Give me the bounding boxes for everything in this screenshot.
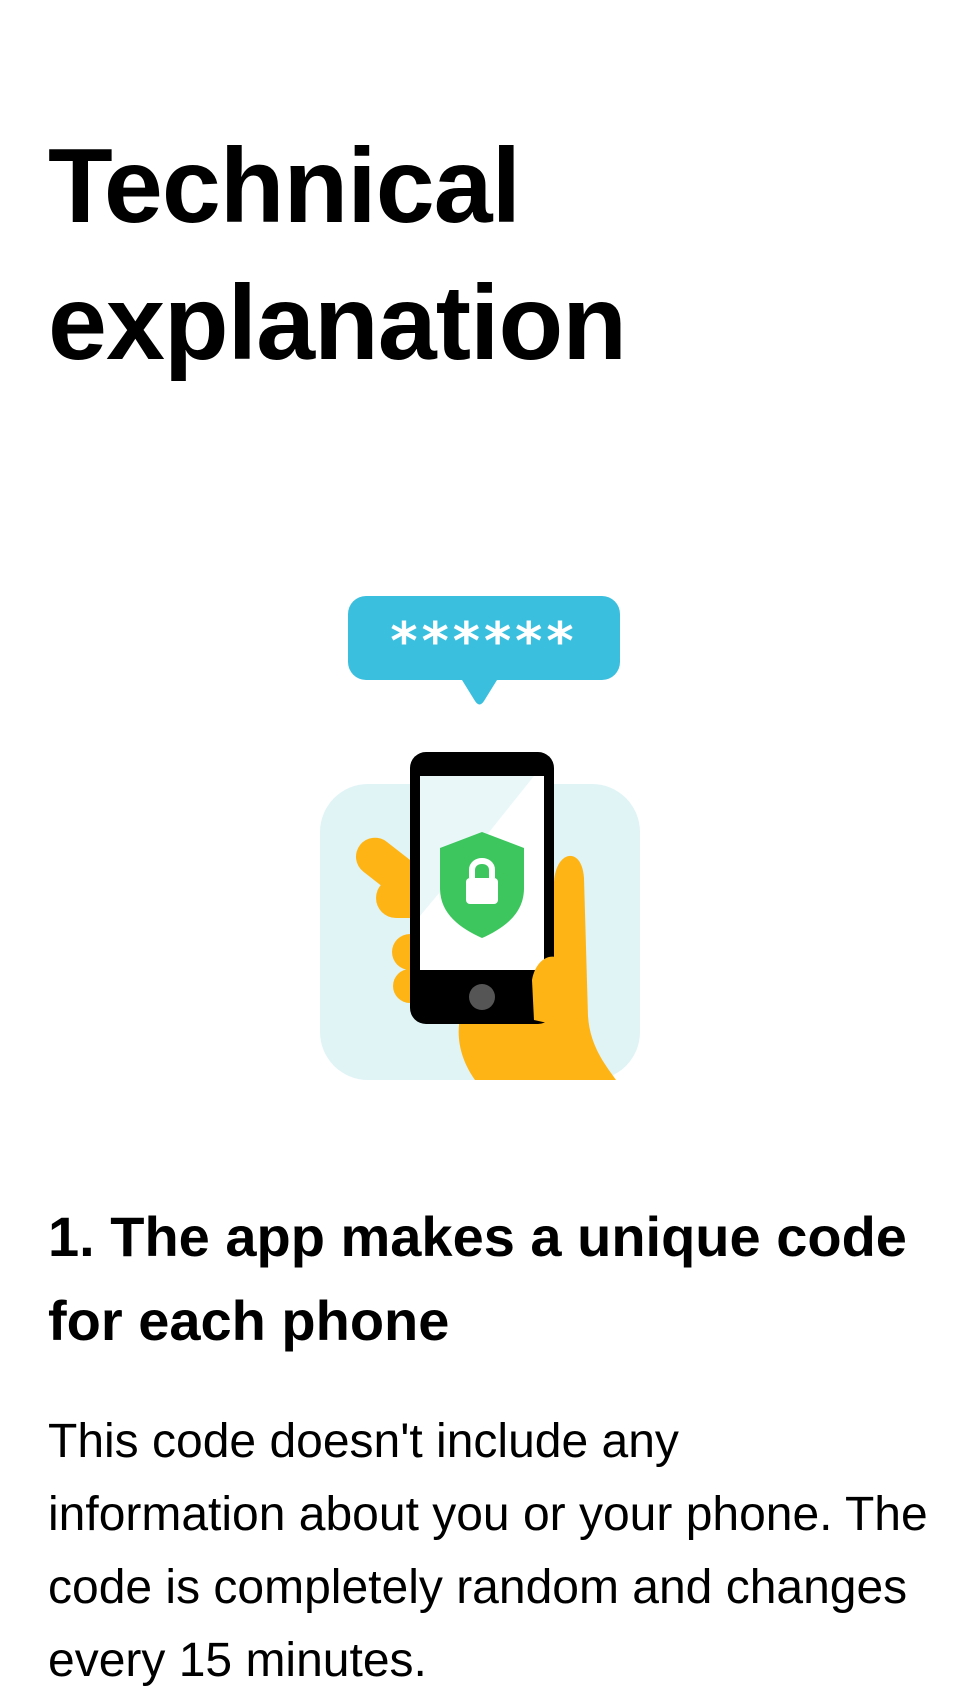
section-heading: 1. The app makes a unique code for each … (48, 1205, 907, 1352)
home-button-icon (469, 984, 495, 1010)
screen: Technical explanation ****** 1. The app … (0, 0, 960, 1704)
phone-illustration: ****** (320, 596, 640, 1080)
section-body-text: This code doesn't include any informatio… (48, 1415, 928, 1687)
page-title: Technical explanation (48, 127, 627, 382)
code-bubble-icon: ****** (348, 596, 620, 705)
bubble-code-text: ****** (390, 612, 577, 672)
